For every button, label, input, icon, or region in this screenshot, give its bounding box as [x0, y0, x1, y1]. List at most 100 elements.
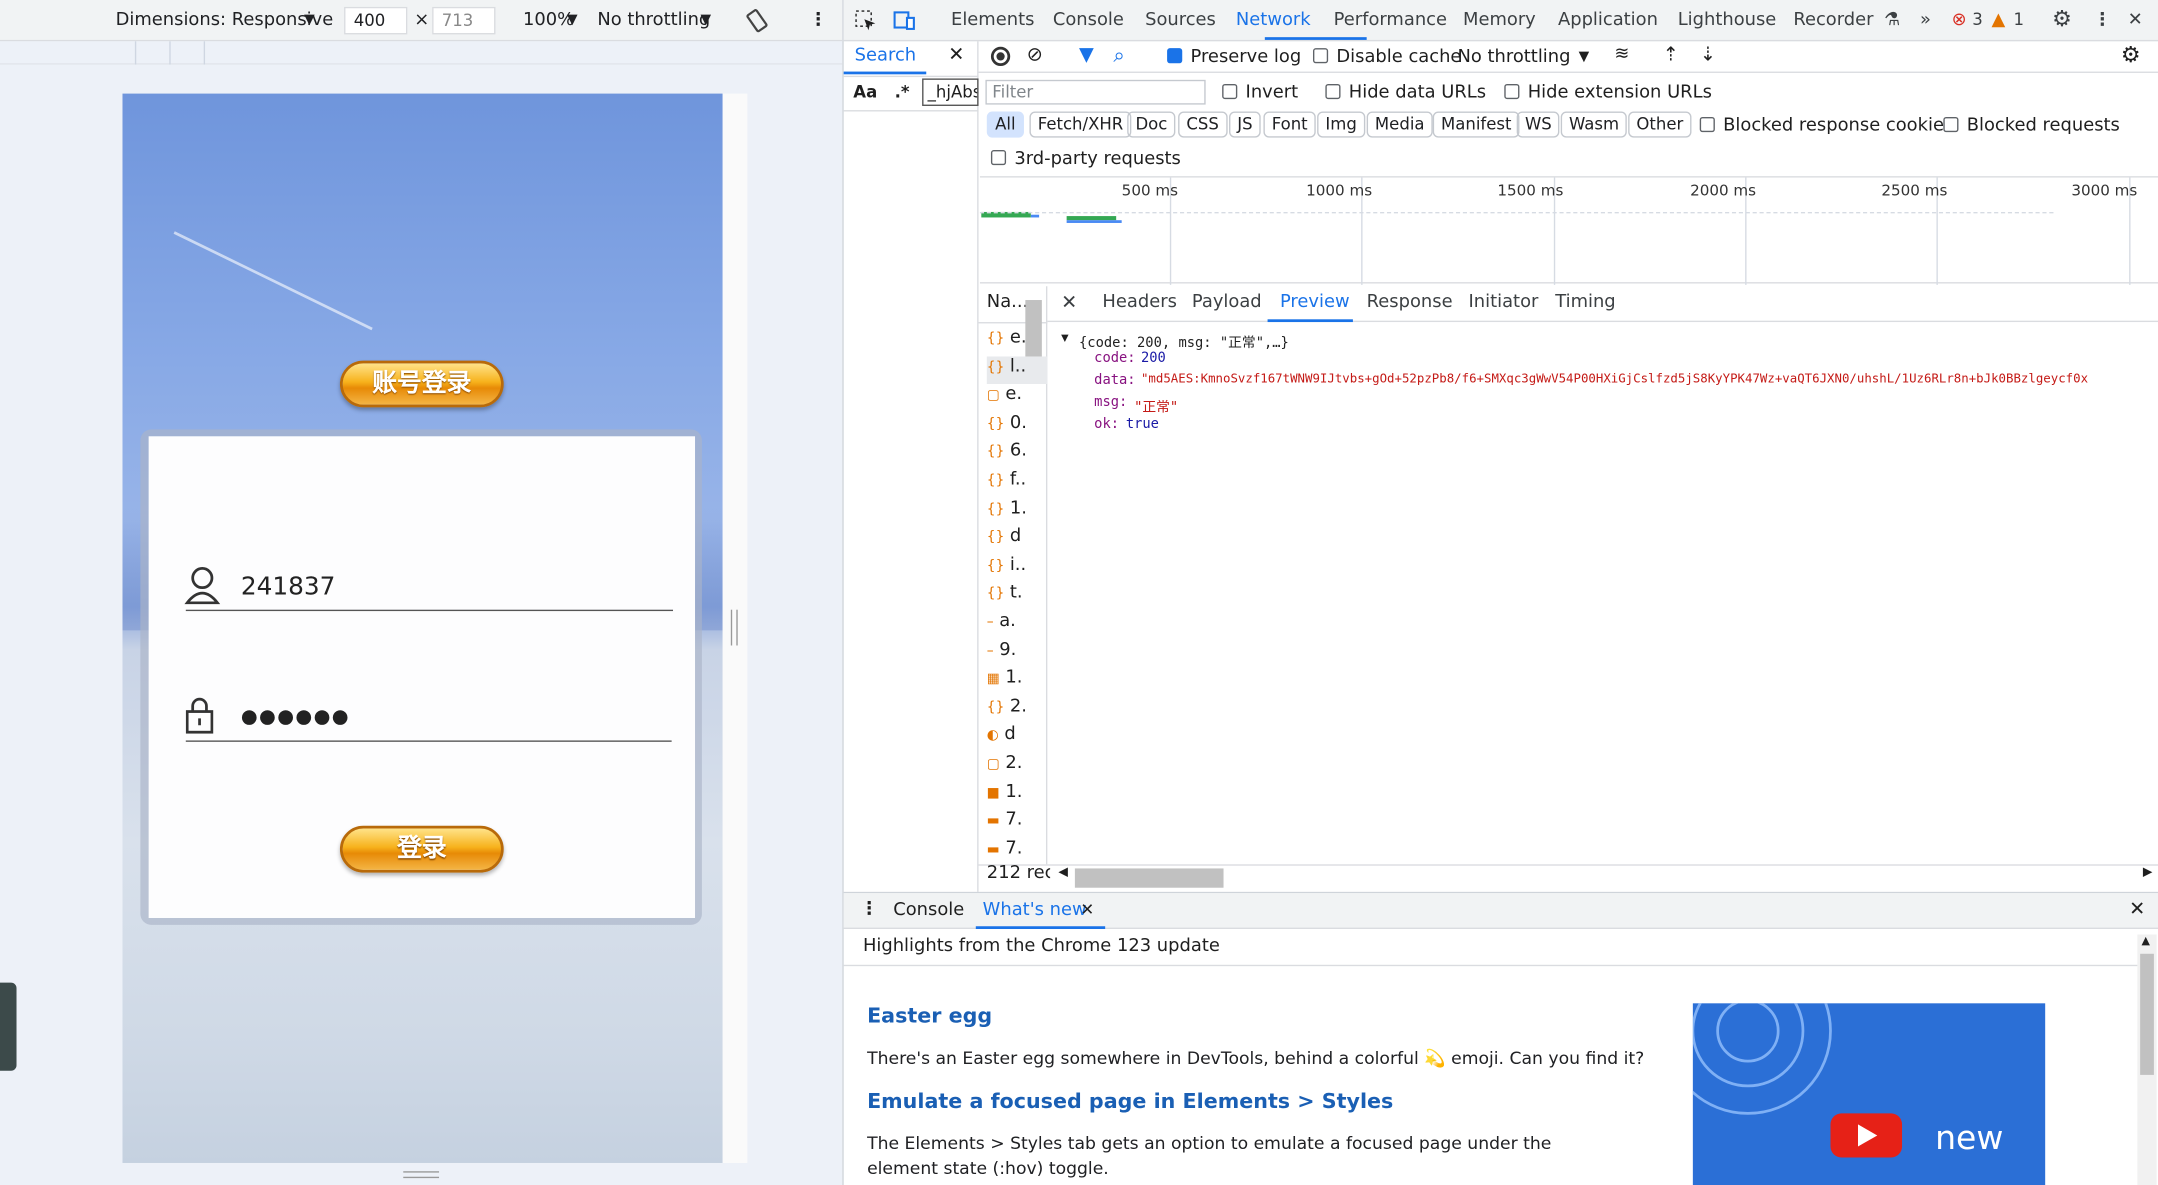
type-filter-doc[interactable]: Doc	[1127, 111, 1176, 138]
scroll-left-icon[interactable]: ◀	[1058, 866, 1068, 880]
close-detail-icon[interactable]: ✕	[1061, 292, 1077, 314]
match-case-toggle[interactable]: Aa	[853, 83, 877, 102]
tab-network[interactable]: Network	[1236, 10, 1311, 31]
invert-checkbox[interactable]: Invert	[1222, 83, 1298, 103]
dimensions-dropdown[interactable]: Dimensions: Responsive	[116, 10, 334, 31]
drawer-tab-console[interactable]: Console	[893, 900, 964, 921]
filter-icon[interactable]: ▼	[1079, 44, 1094, 66]
inspect-element-icon[interactable]	[855, 10, 877, 32]
settings-gear-icon[interactable]: ⚙	[2052, 6, 2072, 32]
tab-response[interactable]: Response	[1367, 292, 1453, 313]
customize-menu-icon[interactable]: ⋮	[2093, 10, 2111, 31]
drawer-menu-icon[interactable]: ⋮	[860, 899, 878, 920]
resize-handle[interactable]	[730, 609, 738, 646]
json-summary[interactable]: {code: 200, msg: "正常",…}	[1079, 330, 1289, 351]
drawer-tab-whats-new[interactable]: What's new	[983, 900, 1087, 921]
tab-initiator[interactable]: Initiator	[1469, 292, 1539, 313]
preserve-log-checkbox[interactable]: Preserve log	[1167, 47, 1301, 67]
request-row[interactable]: ■ 1.	[987, 781, 1048, 809]
type-filter-manifest[interactable]: Manifest	[1432, 111, 1520, 138]
export-har-icon[interactable]: ⇣	[1700, 44, 1716, 66]
name-header[interactable]: Na...	[987, 292, 1028, 313]
filter-input[interactable]: Filter	[985, 79, 1206, 105]
account-login-tab[interactable]: 账号登录	[339, 360, 504, 408]
search-tab[interactable]: Search	[855, 45, 916, 66]
tab-preview[interactable]: Preview	[1280, 292, 1350, 313]
tab-timing[interactable]: Timing	[1555, 292, 1615, 313]
easter-egg-link[interactable]: Easter egg	[867, 1003, 992, 1028]
network-timeline-overview[interactable]: 500 ms 1000 ms 1500 ms 2000 ms 2500 ms 3…	[979, 176, 2158, 285]
rotate-icon[interactable]	[745, 8, 770, 33]
request-row[interactable]: {} 2.	[987, 696, 1048, 724]
import-har-icon[interactable]: ⇡	[1663, 44, 1679, 66]
network-settings-icon[interactable]: ⚙	[2121, 41, 2141, 67]
throttling-dropdown[interactable]: No throttling	[597, 10, 710, 31]
warning-count[interactable]: 1	[2014, 10, 2025, 29]
type-filter-img[interactable]: Img	[1317, 111, 1366, 138]
type-filter-other[interactable]: Other	[1628, 111, 1692, 138]
tab-sources[interactable]: Sources	[1145, 10, 1216, 31]
type-filter-css[interactable]: CSS	[1178, 111, 1228, 138]
request-row[interactable]: {} t.	[987, 583, 1048, 611]
tab-console[interactable]: Console	[1053, 10, 1124, 31]
tab-payload[interactable]: Payload	[1192, 292, 1262, 313]
tab-recorder[interactable]: Recorder	[1793, 10, 1873, 31]
password-input[interactable]: ●●●●●●	[241, 706, 350, 728]
resize-handle-bottom[interactable]	[403, 1171, 440, 1179]
request-row[interactable]: {} e.	[987, 328, 1048, 356]
request-row[interactable]: ▢ e.	[987, 384, 1048, 412]
type-filter-font[interactable]: Font	[1263, 111, 1316, 138]
width-input[interactable]: 400	[344, 6, 408, 35]
horizontal-scrollbar[interactable]	[1074, 868, 1224, 888]
tab-application[interactable]: Application	[1558, 10, 1658, 31]
throttling-select[interactable]: No throttling	[1458, 47, 1571, 68]
warning-icon[interactable]: ▲	[1992, 10, 2006, 31]
expand-triangle-icon[interactable]: ▼	[1061, 332, 1068, 346]
hide-data-urls-checkbox[interactable]: Hide data URLs	[1325, 83, 1486, 103]
search-input[interactable]: _hjAbs	[922, 78, 979, 106]
blocked-cookies-checkbox[interactable]: Blocked response cookies	[1699, 116, 1953, 136]
hide-extension-urls-checkbox[interactable]: Hide extension URLs	[1504, 83, 1712, 103]
request-row[interactable]: ▬ 7.	[987, 838, 1048, 866]
request-row[interactable]: {} 0.	[987, 413, 1048, 441]
search-icon[interactable]: ⌕	[1113, 43, 1125, 68]
type-filter-wasm[interactable]: Wasm	[1560, 111, 1628, 138]
request-row[interactable]: –9.	[987, 639, 1048, 667]
emulate-focus-link[interactable]: Emulate a focused page in Elements > Sty…	[867, 1089, 1393, 1114]
request-row[interactable]: {} d	[987, 526, 1048, 554]
request-row[interactable]: – a.	[987, 611, 1048, 639]
record-icon[interactable]	[990, 46, 1011, 67]
close-drawer-icon[interactable]: ✕	[2129, 899, 2145, 921]
error-count[interactable]: 3	[1972, 10, 1983, 29]
side-widget[interactable]	[0, 982, 17, 1071]
request-row[interactable]: ▦ 1.	[987, 668, 1048, 696]
more-tabs-button[interactable]: »	[1920, 10, 1931, 31]
height-input[interactable]: 713	[432, 6, 496, 35]
clear-icon[interactable]: ⊘	[1027, 44, 1043, 66]
regex-toggle[interactable]: .*	[895, 83, 910, 102]
scroll-right-icon[interactable]: ▶	[2143, 866, 2153, 880]
disable-cache-checkbox[interactable]: Disable cache	[1312, 47, 1461, 67]
type-filter-fetch[interactable]: Fetch/XHR	[1029, 111, 1132, 138]
request-row[interactable]: {} i..	[987, 554, 1048, 582]
close-devtools-icon[interactable]: ✕	[2128, 10, 2143, 31]
more-options-icon[interactable]: ⋮	[809, 10, 827, 31]
tab-headers[interactable]: Headers	[1102, 292, 1176, 313]
error-icon[interactable]: ⊗	[1952, 10, 1967, 31]
type-filter-all[interactable]: All	[986, 111, 1024, 138]
request-row[interactable]: {} 1.	[987, 498, 1048, 526]
request-row[interactable]: {} 6.	[987, 441, 1048, 469]
close-search-icon[interactable]: ✕	[948, 44, 964, 66]
request-row[interactable]: ▢ 2.	[987, 753, 1048, 781]
whats-new-video-thumbnail[interactable]: new	[1692, 1003, 2046, 1185]
username-input[interactable]: 241837	[241, 573, 336, 602]
network-conditions-icon[interactable]: ≋	[1614, 44, 1629, 65]
device-toggle-icon[interactable]	[893, 10, 915, 32]
tab-performance[interactable]: Performance	[1334, 10, 1447, 31]
request-row[interactable]: ◐ d	[987, 724, 1048, 752]
drawer-scrollbar[interactable]: ▲	[2137, 934, 2157, 1185]
type-filter-js[interactable]: JS	[1229, 111, 1261, 138]
blocked-requests-checkbox[interactable]: Blocked requests	[1943, 116, 2120, 136]
tab-lighthouse[interactable]: Lighthouse	[1678, 10, 1777, 31]
close-tab-icon[interactable]: ✕	[1080, 900, 1094, 919]
